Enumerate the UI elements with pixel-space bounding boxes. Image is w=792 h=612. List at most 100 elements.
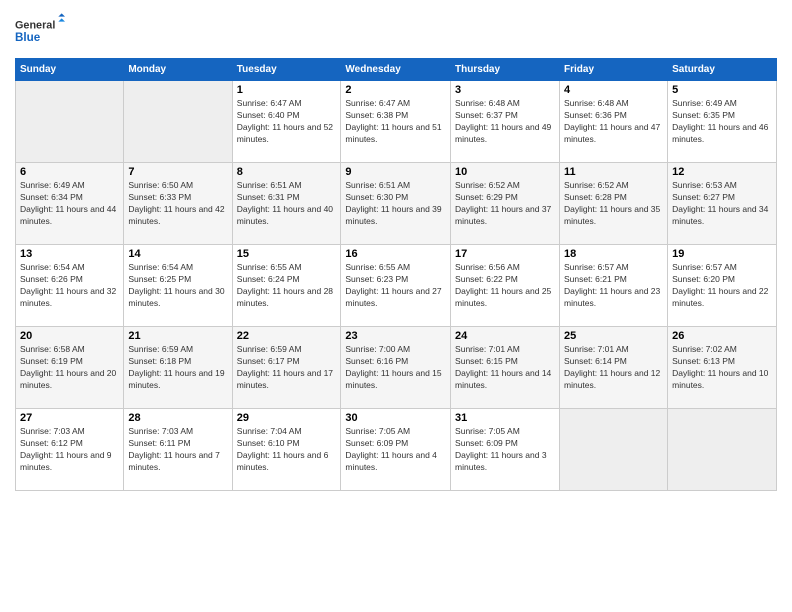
calendar-cell: 15 Sunrise: 6:55 AMSunset: 6:24 PMDaylig… (232, 245, 341, 327)
weekday-header: Monday (124, 59, 232, 81)
calendar-cell: 30 Sunrise: 7:05 AMSunset: 6:09 PMDaylig… (341, 409, 451, 491)
calendar-cell: 26 Sunrise: 7:02 AMSunset: 6:13 PMDaylig… (668, 327, 777, 409)
day-number: 29 (237, 412, 337, 424)
day-detail: Sunrise: 7:01 AMSunset: 6:14 PMDaylight:… (564, 344, 660, 390)
day-detail: Sunrise: 6:52 AMSunset: 6:28 PMDaylight:… (564, 180, 660, 226)
day-number: 20 (20, 330, 119, 342)
day-number: 18 (564, 248, 663, 260)
calendar-cell: 5 Sunrise: 6:49 AMSunset: 6:35 PMDayligh… (668, 81, 777, 163)
calendar-cell: 28 Sunrise: 7:03 AMSunset: 6:11 PMDaylig… (124, 409, 232, 491)
calendar-week-row: 6 Sunrise: 6:49 AMSunset: 6:34 PMDayligh… (16, 163, 777, 245)
day-number: 2 (345, 84, 446, 96)
calendar-cell: 25 Sunrise: 7:01 AMSunset: 6:14 PMDaylig… (560, 327, 668, 409)
calendar-week-row: 13 Sunrise: 6:54 AMSunset: 6:26 PMDaylig… (16, 245, 777, 327)
calendar-table: SundayMondayTuesdayWednesdayThursdayFrid… (15, 58, 777, 491)
calendar-cell: 9 Sunrise: 6:51 AMSunset: 6:30 PMDayligh… (341, 163, 451, 245)
weekday-header: Thursday (451, 59, 560, 81)
calendar-cell (16, 81, 124, 163)
calendar-cell: 2 Sunrise: 6:47 AMSunset: 6:38 PMDayligh… (341, 81, 451, 163)
day-number: 5 (672, 84, 772, 96)
header: General Blue (15, 10, 777, 50)
calendar-cell: 8 Sunrise: 6:51 AMSunset: 6:31 PMDayligh… (232, 163, 341, 245)
calendar-cell: 24 Sunrise: 7:01 AMSunset: 6:15 PMDaylig… (451, 327, 560, 409)
logo: General Blue (15, 10, 65, 50)
weekday-header: Sunday (16, 59, 124, 81)
calendar-cell (124, 81, 232, 163)
day-detail: Sunrise: 7:01 AMSunset: 6:15 PMDaylight:… (455, 344, 551, 390)
day-number: 8 (237, 166, 337, 178)
calendar-cell: 23 Sunrise: 7:00 AMSunset: 6:16 PMDaylig… (341, 327, 451, 409)
calendar-page: General Blue SundayMondayTuesdayWednesda… (0, 0, 792, 612)
day-number: 16 (345, 248, 446, 260)
calendar-cell: 31 Sunrise: 7:05 AMSunset: 6:09 PMDaylig… (451, 409, 560, 491)
calendar-cell: 10 Sunrise: 6:52 AMSunset: 6:29 PMDaylig… (451, 163, 560, 245)
day-number: 22 (237, 330, 337, 342)
day-number: 25 (564, 330, 663, 342)
calendar-cell: 21 Sunrise: 6:59 AMSunset: 6:18 PMDaylig… (124, 327, 232, 409)
calendar-cell: 18 Sunrise: 6:57 AMSunset: 6:21 PMDaylig… (560, 245, 668, 327)
day-detail: Sunrise: 6:57 AMSunset: 6:21 PMDaylight:… (564, 262, 660, 308)
weekday-header: Tuesday (232, 59, 341, 81)
day-detail: Sunrise: 6:50 AMSunset: 6:33 PMDaylight:… (128, 180, 224, 226)
calendar-cell: 16 Sunrise: 6:55 AMSunset: 6:23 PMDaylig… (341, 245, 451, 327)
day-number: 6 (20, 166, 119, 178)
calendar-cell: 1 Sunrise: 6:47 AMSunset: 6:40 PMDayligh… (232, 81, 341, 163)
calendar-cell (668, 409, 777, 491)
day-number: 28 (128, 412, 227, 424)
day-detail: Sunrise: 6:55 AMSunset: 6:24 PMDaylight:… (237, 262, 333, 308)
weekday-header: Wednesday (341, 59, 451, 81)
day-number: 9 (345, 166, 446, 178)
calendar-cell (560, 409, 668, 491)
day-detail: Sunrise: 6:56 AMSunset: 6:22 PMDaylight:… (455, 262, 551, 308)
day-detail: Sunrise: 6:47 AMSunset: 6:40 PMDaylight:… (237, 98, 333, 144)
calendar-cell: 27 Sunrise: 7:03 AMSunset: 6:12 PMDaylig… (16, 409, 124, 491)
day-detail: Sunrise: 6:49 AMSunset: 6:35 PMDaylight:… (672, 98, 768, 144)
logo-svg: General Blue (15, 10, 65, 50)
calendar-cell: 3 Sunrise: 6:48 AMSunset: 6:37 PMDayligh… (451, 81, 560, 163)
day-detail: Sunrise: 6:59 AMSunset: 6:18 PMDaylight:… (128, 344, 224, 390)
day-detail: Sunrise: 7:02 AMSunset: 6:13 PMDaylight:… (672, 344, 768, 390)
day-detail: Sunrise: 6:51 AMSunset: 6:30 PMDaylight:… (345, 180, 441, 226)
day-detail: Sunrise: 7:03 AMSunset: 6:11 PMDaylight:… (128, 426, 220, 472)
calendar-cell: 7 Sunrise: 6:50 AMSunset: 6:33 PMDayligh… (124, 163, 232, 245)
day-detail: Sunrise: 7:05 AMSunset: 6:09 PMDaylight:… (345, 426, 437, 472)
day-number: 10 (455, 166, 555, 178)
day-number: 3 (455, 84, 555, 96)
day-number: 30 (345, 412, 446, 424)
day-number: 13 (20, 248, 119, 260)
day-detail: Sunrise: 6:48 AMSunset: 6:37 PMDaylight:… (455, 98, 551, 144)
day-number: 17 (455, 248, 555, 260)
day-detail: Sunrise: 6:58 AMSunset: 6:19 PMDaylight:… (20, 344, 116, 390)
calendar-cell: 29 Sunrise: 7:04 AMSunset: 6:10 PMDaylig… (232, 409, 341, 491)
day-detail: Sunrise: 7:05 AMSunset: 6:09 PMDaylight:… (455, 426, 547, 472)
calendar-cell: 17 Sunrise: 6:56 AMSunset: 6:22 PMDaylig… (451, 245, 560, 327)
day-number: 11 (564, 166, 663, 178)
svg-text:Blue: Blue (15, 31, 41, 44)
calendar-cell: 12 Sunrise: 6:53 AMSunset: 6:27 PMDaylig… (668, 163, 777, 245)
calendar-week-row: 1 Sunrise: 6:47 AMSunset: 6:40 PMDayligh… (16, 81, 777, 163)
calendar-cell: 20 Sunrise: 6:58 AMSunset: 6:19 PMDaylig… (16, 327, 124, 409)
day-detail: Sunrise: 6:55 AMSunset: 6:23 PMDaylight:… (345, 262, 441, 308)
calendar-week-row: 20 Sunrise: 6:58 AMSunset: 6:19 PMDaylig… (16, 327, 777, 409)
day-number: 24 (455, 330, 555, 342)
day-number: 23 (345, 330, 446, 342)
svg-text:General: General (15, 19, 55, 31)
day-number: 1 (237, 84, 337, 96)
calendar-cell: 19 Sunrise: 6:57 AMSunset: 6:20 PMDaylig… (668, 245, 777, 327)
day-detail: Sunrise: 6:57 AMSunset: 6:20 PMDaylight:… (672, 262, 768, 308)
day-detail: Sunrise: 6:54 AMSunset: 6:26 PMDaylight:… (20, 262, 116, 308)
calendar-week-row: 27 Sunrise: 7:03 AMSunset: 6:12 PMDaylig… (16, 409, 777, 491)
day-number: 15 (237, 248, 337, 260)
calendar-cell: 6 Sunrise: 6:49 AMSunset: 6:34 PMDayligh… (16, 163, 124, 245)
day-number: 4 (564, 84, 663, 96)
calendar-cell: 14 Sunrise: 6:54 AMSunset: 6:25 PMDaylig… (124, 245, 232, 327)
calendar-cell: 22 Sunrise: 6:59 AMSunset: 6:17 PMDaylig… (232, 327, 341, 409)
day-detail: Sunrise: 6:54 AMSunset: 6:25 PMDaylight:… (128, 262, 224, 308)
calendar-cell: 4 Sunrise: 6:48 AMSunset: 6:36 PMDayligh… (560, 81, 668, 163)
day-number: 12 (672, 166, 772, 178)
day-number: 14 (128, 248, 227, 260)
weekday-header-row: SundayMondayTuesdayWednesdayThursdayFrid… (16, 59, 777, 81)
day-number: 27 (20, 412, 119, 424)
day-detail: Sunrise: 6:48 AMSunset: 6:36 PMDaylight:… (564, 98, 660, 144)
day-number: 21 (128, 330, 227, 342)
